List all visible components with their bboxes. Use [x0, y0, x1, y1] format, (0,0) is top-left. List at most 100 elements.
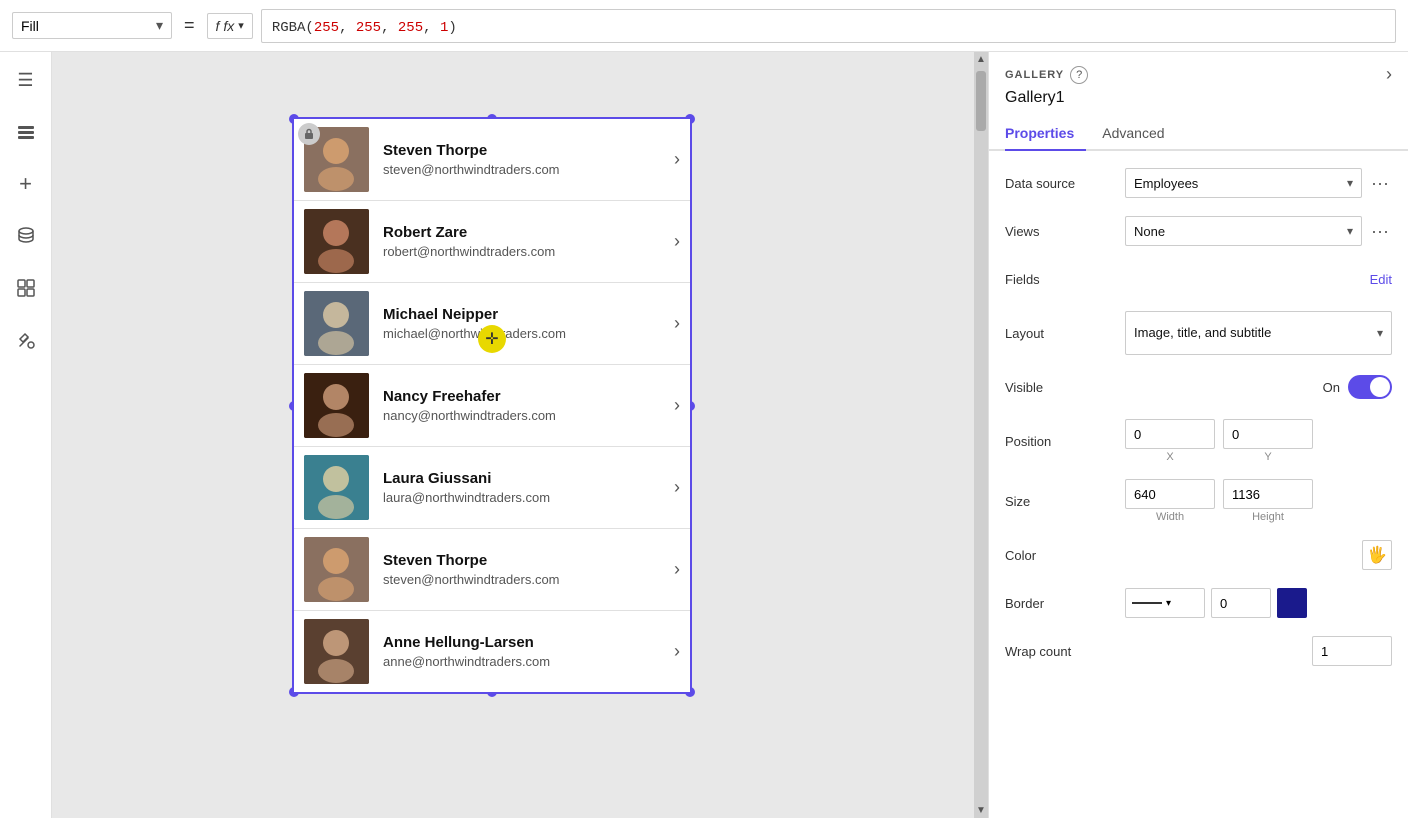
- data-source-dropdown[interactable]: Employees ▾: [1125, 168, 1362, 198]
- border-style-arrow: ▾: [1166, 598, 1171, 609]
- size-label: Size: [1005, 494, 1125, 509]
- data-source-arrow: ▾: [1347, 176, 1353, 190]
- avatar: [304, 209, 369, 274]
- gallery-item-name: Laura Giussani: [383, 470, 668, 487]
- gallery-item-name: Anne Hellung-Larsen: [383, 634, 668, 651]
- fill-label: Fill: [21, 18, 39, 34]
- canvas-scrollbar[interactable]: ▲ ▼: [974, 52, 988, 818]
- visible-row: Visible On: [1005, 371, 1392, 403]
- border-style-dropdown[interactable]: ▾: [1125, 588, 1205, 618]
- gallery-item-arrow: ›: [674, 395, 680, 416]
- panel-expand-icon[interactable]: ›: [1386, 64, 1392, 85]
- tab-advanced[interactable]: Advanced: [1102, 117, 1176, 151]
- gallery-item-email: robert@northwindtraders.com: [383, 244, 668, 259]
- gallery-item[interactable]: Steven Thorpesteven@northwindtraders.com…: [294, 529, 690, 611]
- tools-icon[interactable]: [10, 324, 42, 356]
- views-dropdown[interactable]: None ▾: [1125, 216, 1362, 246]
- position-y-item: Y: [1223, 419, 1313, 463]
- fill-dropdown[interactable]: Fill ▾: [12, 12, 172, 39]
- border-thickness-input[interactable]: [1211, 588, 1271, 618]
- visible-toggle-switch[interactable]: [1348, 375, 1392, 399]
- panel-tabs: Properties Advanced: [989, 117, 1408, 151]
- data-source-more[interactable]: ···: [1368, 173, 1392, 194]
- border-label: Border: [1005, 596, 1125, 611]
- panel-title-row: GALLERY ?: [1005, 66, 1088, 84]
- position-y-input[interactable]: [1223, 419, 1313, 449]
- fields-edit-link[interactable]: Edit: [1370, 272, 1392, 287]
- views-more[interactable]: ···: [1368, 221, 1392, 242]
- add-icon[interactable]: +: [10, 168, 42, 200]
- panel-body: Data source Employees ▾ ··· Views None ▾: [989, 151, 1408, 818]
- toggle-knob: [1370, 377, 1390, 397]
- components-icon[interactable]: [10, 272, 42, 304]
- main-area: ☰ +: [0, 52, 1408, 818]
- gallery-item-info: Michael Neippermichael@northwindtraders.…: [383, 306, 668, 341]
- gallery-name: Gallery1: [989, 85, 1408, 117]
- border-color-swatch[interactable]: [1277, 588, 1307, 618]
- color-control: 🖐: [1125, 540, 1392, 570]
- gallery-item-arrow: ›: [674, 559, 680, 580]
- scrollbar-thumb[interactable]: [976, 71, 986, 131]
- wrap-count-row: Wrap count: [1005, 635, 1392, 667]
- size-width-item: Width: [1125, 479, 1215, 523]
- scroll-down[interactable]: ▼: [974, 803, 988, 818]
- visible-toggle: On: [1125, 375, 1392, 399]
- views-label: Views: [1005, 224, 1125, 239]
- layout-control: Image, title, and subtitle ▾: [1125, 311, 1392, 355]
- database-icon[interactable]: [10, 220, 42, 252]
- layout-arrow: ▾: [1377, 326, 1383, 340]
- help-icon[interactable]: ?: [1070, 66, 1088, 84]
- panel-header: GALLERY ? ›: [989, 52, 1408, 85]
- size-width-input[interactable]: [1125, 479, 1215, 509]
- gallery-item-name: Michael Neipper: [383, 306, 668, 323]
- position-x-label: X: [1166, 451, 1173, 463]
- gallery-item-info: Steven Thorpesteven@northwindtraders.com: [383, 552, 668, 587]
- scroll-up[interactable]: ▲: [974, 52, 988, 67]
- avatar: [304, 291, 369, 356]
- position-row: Position X Y: [1005, 419, 1392, 463]
- fx-arrow: ▾: [238, 19, 244, 32]
- gallery-item-name: Nancy Freehafer: [383, 388, 668, 405]
- size-width-label: Width: [1156, 511, 1184, 523]
- top-toolbar: Fill ▾ = ffx ▾ RGBA(255, 255, 255, 1): [0, 0, 1408, 52]
- position-xy-group: X Y: [1125, 419, 1392, 463]
- fields-row: Fields Edit: [1005, 263, 1392, 295]
- fill-dropdown-arrow: ▾: [156, 17, 163, 34]
- fx-button[interactable]: ffx ▾: [207, 13, 253, 39]
- size-row: Size Width Height: [1005, 479, 1392, 523]
- gallery-item[interactable]: Nancy Freehafernancy@northwindtraders.co…: [294, 365, 690, 447]
- gallery-item[interactable]: Anne Hellung-Larsenanne@northwindtraders…: [294, 611, 690, 692]
- gallery-item-email: laura@northwindtraders.com: [383, 490, 668, 505]
- color-label: Color: [1005, 548, 1125, 563]
- size-height-input[interactable]: [1223, 479, 1313, 509]
- gallery-item[interactable]: Robert Zare robert@northwindtraders.com ›: [294, 201, 690, 283]
- gallery-item-info: Nancy Freehafernancy@northwindtraders.co…: [383, 388, 668, 423]
- formula-bar[interactable]: RGBA(255, 255, 255, 1): [261, 9, 1396, 43]
- size-control: Width Height: [1125, 479, 1392, 523]
- gallery-item[interactable]: Laura Giussani laura@northwindtraders.com…: [294, 447, 690, 529]
- wrap-count-input[interactable]: [1312, 636, 1392, 666]
- layout-label: Layout: [1005, 326, 1125, 341]
- gallery-item-info: Robert Zare robert@northwindtraders.com: [383, 224, 668, 259]
- gallery-lock-icon[interactable]: [298, 123, 320, 145]
- color-swatch[interactable]: 🖐: [1362, 540, 1392, 570]
- fx-icon: f: [216, 18, 220, 34]
- gallery-item-name: Steven Thorpe: [383, 142, 668, 159]
- gallery-item-arrow: ›: [674, 231, 680, 252]
- hamburger-icon[interactable]: ☰: [10, 64, 42, 96]
- gallery-item-arrow: ›: [674, 641, 680, 662]
- layers-icon[interactable]: [10, 116, 42, 148]
- gallery-item-name: Robert Zare: [383, 224, 668, 241]
- position-x-item: X: [1125, 419, 1215, 463]
- views-value: None: [1134, 224, 1165, 239]
- border-group: ▾: [1125, 588, 1392, 618]
- gallery-list: Steven Thorpesteven@northwindtraders.com…: [294, 119, 690, 692]
- layout-dropdown[interactable]: Image, title, and subtitle ▾: [1125, 311, 1392, 355]
- equals-sign: =: [180, 15, 199, 36]
- position-y-label: Y: [1264, 451, 1271, 463]
- gallery-item[interactable]: Steven Thorpe steven@northwindtraders.com…: [294, 119, 690, 201]
- position-x-input[interactable]: [1125, 419, 1215, 449]
- gallery-item-email: steven@northwindtraders.com: [383, 162, 668, 177]
- gallery-widget[interactable]: ✛ Steven Thorpesteven@northwindtraders.c…: [292, 117, 692, 694]
- tab-properties[interactable]: Properties: [1005, 117, 1086, 151]
